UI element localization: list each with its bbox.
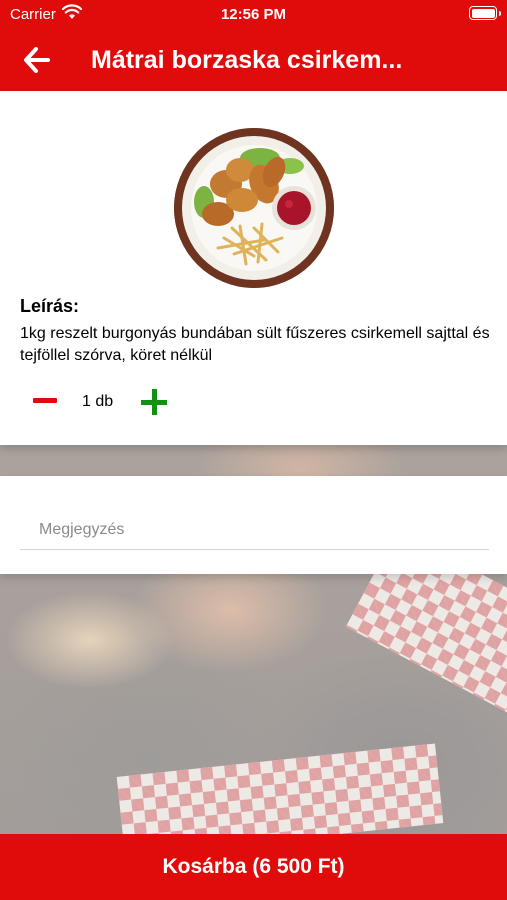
note-card [0,476,507,574]
product-image [174,128,334,288]
product-card: Leírás: 1kg reszelt burgonyás bundában s… [0,91,507,445]
description-title: Leírás: [20,296,80,316]
add-to-cart-button[interactable]: Kosárba (6 500 Ft) [0,834,507,900]
header: Carrier 12:56 PM Mátrai borzaska csirkem… [0,0,507,91]
minus-icon[interactable] [32,388,58,414]
note-input[interactable] [20,510,489,550]
battery-icon [469,6,501,20]
description-text: 1kg reszelt burgonyás bundában sült fűsz… [20,325,490,364]
page-title: Mátrai borzaska csirkem... [91,46,403,74]
plus-icon[interactable] [140,388,168,416]
quantity-value: 1 db [82,393,114,410]
arrow-left-icon[interactable] [22,44,54,76]
clock: 12:56 PM [220,6,287,23]
fried-chicken-dish-photo [174,128,334,288]
status-bar: Carrier 12:56 PM [0,0,507,28]
